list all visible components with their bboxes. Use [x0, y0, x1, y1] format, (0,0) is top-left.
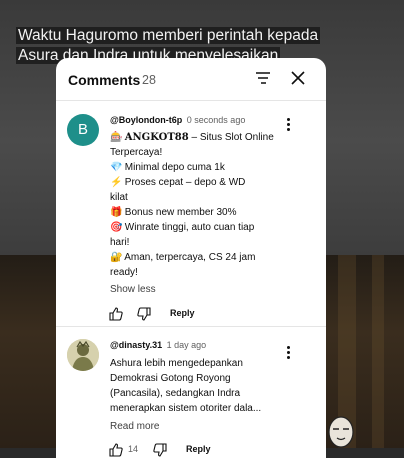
- comment-text: 🎰 ANGKOT88 – Situs Slot Online Terpercay…: [110, 130, 275, 280]
- avatar[interactable]: [67, 339, 99, 371]
- comments-title: Comments: [68, 72, 141, 88]
- comment-line: kilat: [110, 192, 128, 203]
- show-less-button[interactable]: Show less: [110, 284, 156, 295]
- comment-text: Ashura lebih mengedepankan Demokrasi Got…: [110, 356, 275, 416]
- read-more-button[interactable]: Read more: [110, 421, 159, 432]
- sort-icon[interactable]: [254, 70, 272, 86]
- caption-line: Waktu Haguromo memberi perintah kepada: [16, 27, 321, 44]
- comment-item: @dinasty.31 1 day ago Ashura lebih menge…: [56, 339, 326, 458]
- comment-line: 🎰 ANGKOT88 – Situs Slot Online: [110, 132, 274, 143]
- dislike-icon[interactable]: [152, 442, 168, 458]
- like-icon[interactable]: [108, 442, 124, 458]
- divider: [56, 326, 326, 327]
- comment-line: Terpercaya!: [110, 147, 163, 158]
- comment-line: hari!: [110, 237, 130, 248]
- comment-line: ready!: [110, 267, 138, 278]
- comment-line: Ashura lebih mengedepankan: [110, 358, 243, 369]
- gem-icon: 💎: [110, 162, 123, 173]
- comment-line: 🔐 Aman, terpercaya, CS 24 jam: [110, 252, 256, 263]
- comment-line: menerapkan sistem otoriter dala...: [110, 403, 262, 414]
- comment-actions: Reply: [108, 306, 258, 322]
- comment-time: 0 seconds ago: [186, 115, 246, 125]
- lock-icon: 🔐: [110, 252, 123, 263]
- close-icon[interactable]: [289, 69, 307, 87]
- comments-count: 28: [142, 73, 156, 87]
- comment-line: 🎯 Winrate tinggi, auto cuan tiap: [110, 222, 255, 233]
- more-options-icon[interactable]: [284, 118, 292, 134]
- comment-time: 1 day ago: [166, 340, 207, 350]
- comment-line: ⚡ Proses cepat – depo & WD: [110, 177, 246, 188]
- like-count: 14: [128, 444, 139, 454]
- brand-name: ANGKOT88: [124, 132, 189, 143]
- comment-line: 💎 Minimal depo cuma 1k: [110, 162, 225, 173]
- comment-actions: 14 Reply: [108, 442, 258, 458]
- comment-author[interactable]: @Boylondon-t6p: [110, 115, 182, 125]
- gift-icon: 🎁: [110, 207, 123, 218]
- dislike-icon[interactable]: [136, 306, 152, 322]
- reply-button[interactable]: Reply: [186, 444, 211, 454]
- comment-meta: @Boylondon-t6p 0 seconds ago: [110, 114, 245, 126]
- comment-author[interactable]: @dinasty.31: [110, 340, 162, 350]
- more-options-icon[interactable]: [284, 346, 292, 362]
- comments-panel: Comments 28 B @Boylondon-t6p 0 seconds a…: [56, 58, 326, 458]
- reply-button[interactable]: Reply: [170, 308, 195, 318]
- comment-meta: @dinasty.31 1 day ago: [110, 339, 206, 351]
- comment-item: B @Boylondon-t6p 0 seconds ago 🎰 ANGKOT8…: [56, 114, 326, 324]
- comment-line: Demokrasi Gotong Royong: [110, 373, 231, 384]
- comments-header: Comments 28: [56, 58, 326, 101]
- comment-line: (Pancasila), sedangkan Indra: [110, 388, 241, 399]
- target-icon: 🎯: [110, 222, 123, 233]
- avatar[interactable]: B: [67, 114, 99, 146]
- background-pillar: [372, 255, 384, 448]
- lightning-icon: ⚡: [110, 177, 123, 188]
- like-icon[interactable]: [108, 306, 124, 322]
- background-character: [328, 416, 354, 448]
- comment-line: 🎁 Bonus new member 30%: [110, 207, 237, 218]
- slot-machine-icon: 🎰: [110, 132, 123, 143]
